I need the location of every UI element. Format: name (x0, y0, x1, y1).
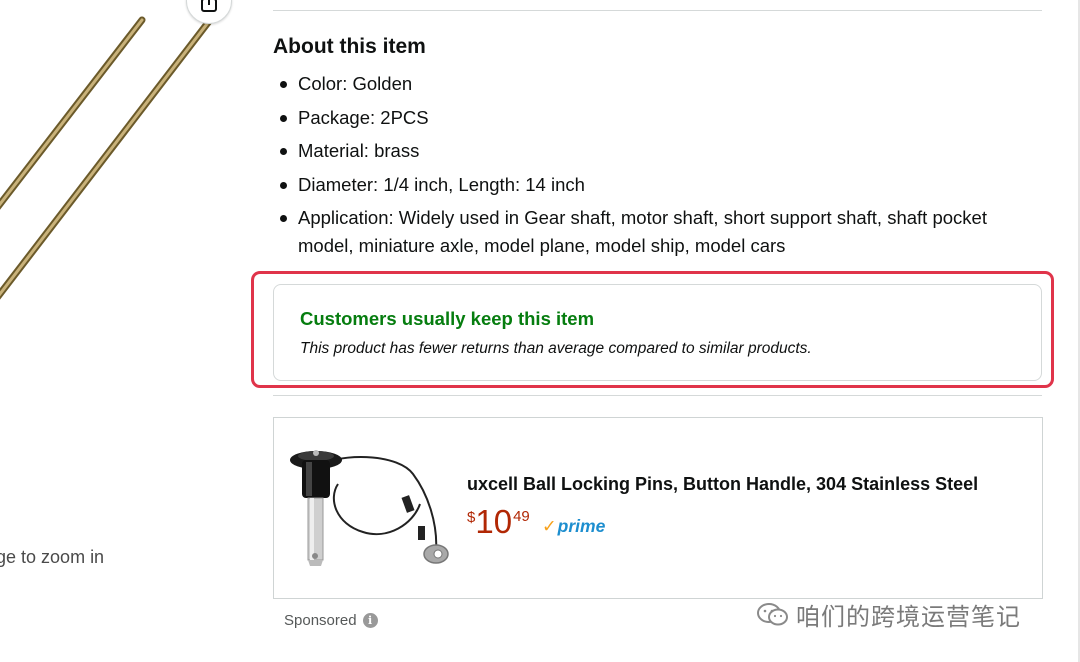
product-image-brass-rods (0, 16, 214, 300)
wechat-icon (757, 602, 788, 625)
share-icon (201, 0, 217, 12)
ball-locking-pin-image[interactable] (288, 444, 453, 574)
bullet-material: Material: brass (276, 137, 1016, 165)
wechat-watermark: 咱们的跨境运营笔记 (756, 597, 1021, 632)
sponsored-product-title[interactable]: uxcell Ball Locking Pins, Button Handle,… (467, 474, 978, 495)
red-highlight-annotation (251, 271, 1054, 388)
watermark-text: 咱们的跨境运营笔记 (796, 604, 1021, 631)
prime-badge: ✓prime (542, 516, 605, 537)
divider (273, 395, 1042, 396)
price-currency-symbol: $ (467, 509, 476, 526)
about-item-heading: About this item (273, 35, 426, 58)
zoom-hint-text: age to zoom in (0, 547, 105, 567)
prime-label: prime (557, 516, 606, 536)
price-whole: 10 (475, 503, 513, 540)
bullet-color: Color: Golden (276, 70, 1016, 98)
product-image-pane[interactable]: age to zoom in (0, 0, 250, 662)
bullet-diameter: Diameter: 1/4 inch, Length: 14 inch (276, 171, 1016, 199)
info-icon[interactable]: i (362, 613, 378, 628)
price-fraction: 49 (513, 508, 530, 525)
bullet-application: Application: Widely used in Gear shaft, … (276, 204, 1016, 260)
divider (273, 10, 1042, 11)
prime-check-icon: ✓ (542, 516, 557, 536)
product-detail-page: age to zoom in About this item Color: Go… (0, 0, 1080, 662)
sponsored-label: Sponsored i (284, 612, 378, 629)
product-price: $ 10 49 (467, 504, 530, 540)
bullet-package: Package: 2PCS (276, 104, 1016, 132)
about-item-bullets: Color: Golden Package: 2PCS Material: br… (276, 70, 1016, 266)
sponsored-text: Sponsored (284, 612, 357, 629)
sponsored-product-card[interactable]: uxcell Ball Locking Pins, Button Handle,… (273, 417, 1043, 599)
